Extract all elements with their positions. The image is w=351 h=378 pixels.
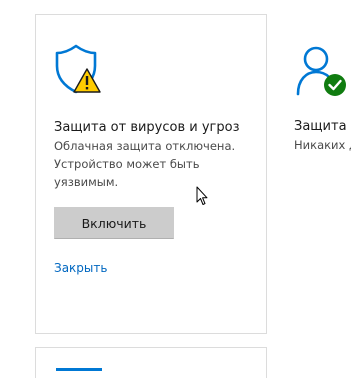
account-card-title: Защита у xyxy=(294,119,351,134)
virus-protection-card: Защита от вирусов и угроз Облачная защит… xyxy=(35,14,267,334)
mouse-cursor-icon xyxy=(196,186,208,206)
account-check-icon xyxy=(296,44,348,98)
card-description: Облачная защита отключена. Устройство мо… xyxy=(54,139,236,189)
account-card-description: Никаких д xyxy=(294,138,351,152)
next-card-accent xyxy=(56,368,102,371)
next-card xyxy=(35,347,267,378)
card-title: Защита от вирусов и угроз xyxy=(54,120,240,135)
shield-warning-icon xyxy=(54,43,104,95)
enable-button[interactable]: Включить xyxy=(54,207,174,239)
dismiss-link[interactable]: Закрыть xyxy=(54,261,107,275)
